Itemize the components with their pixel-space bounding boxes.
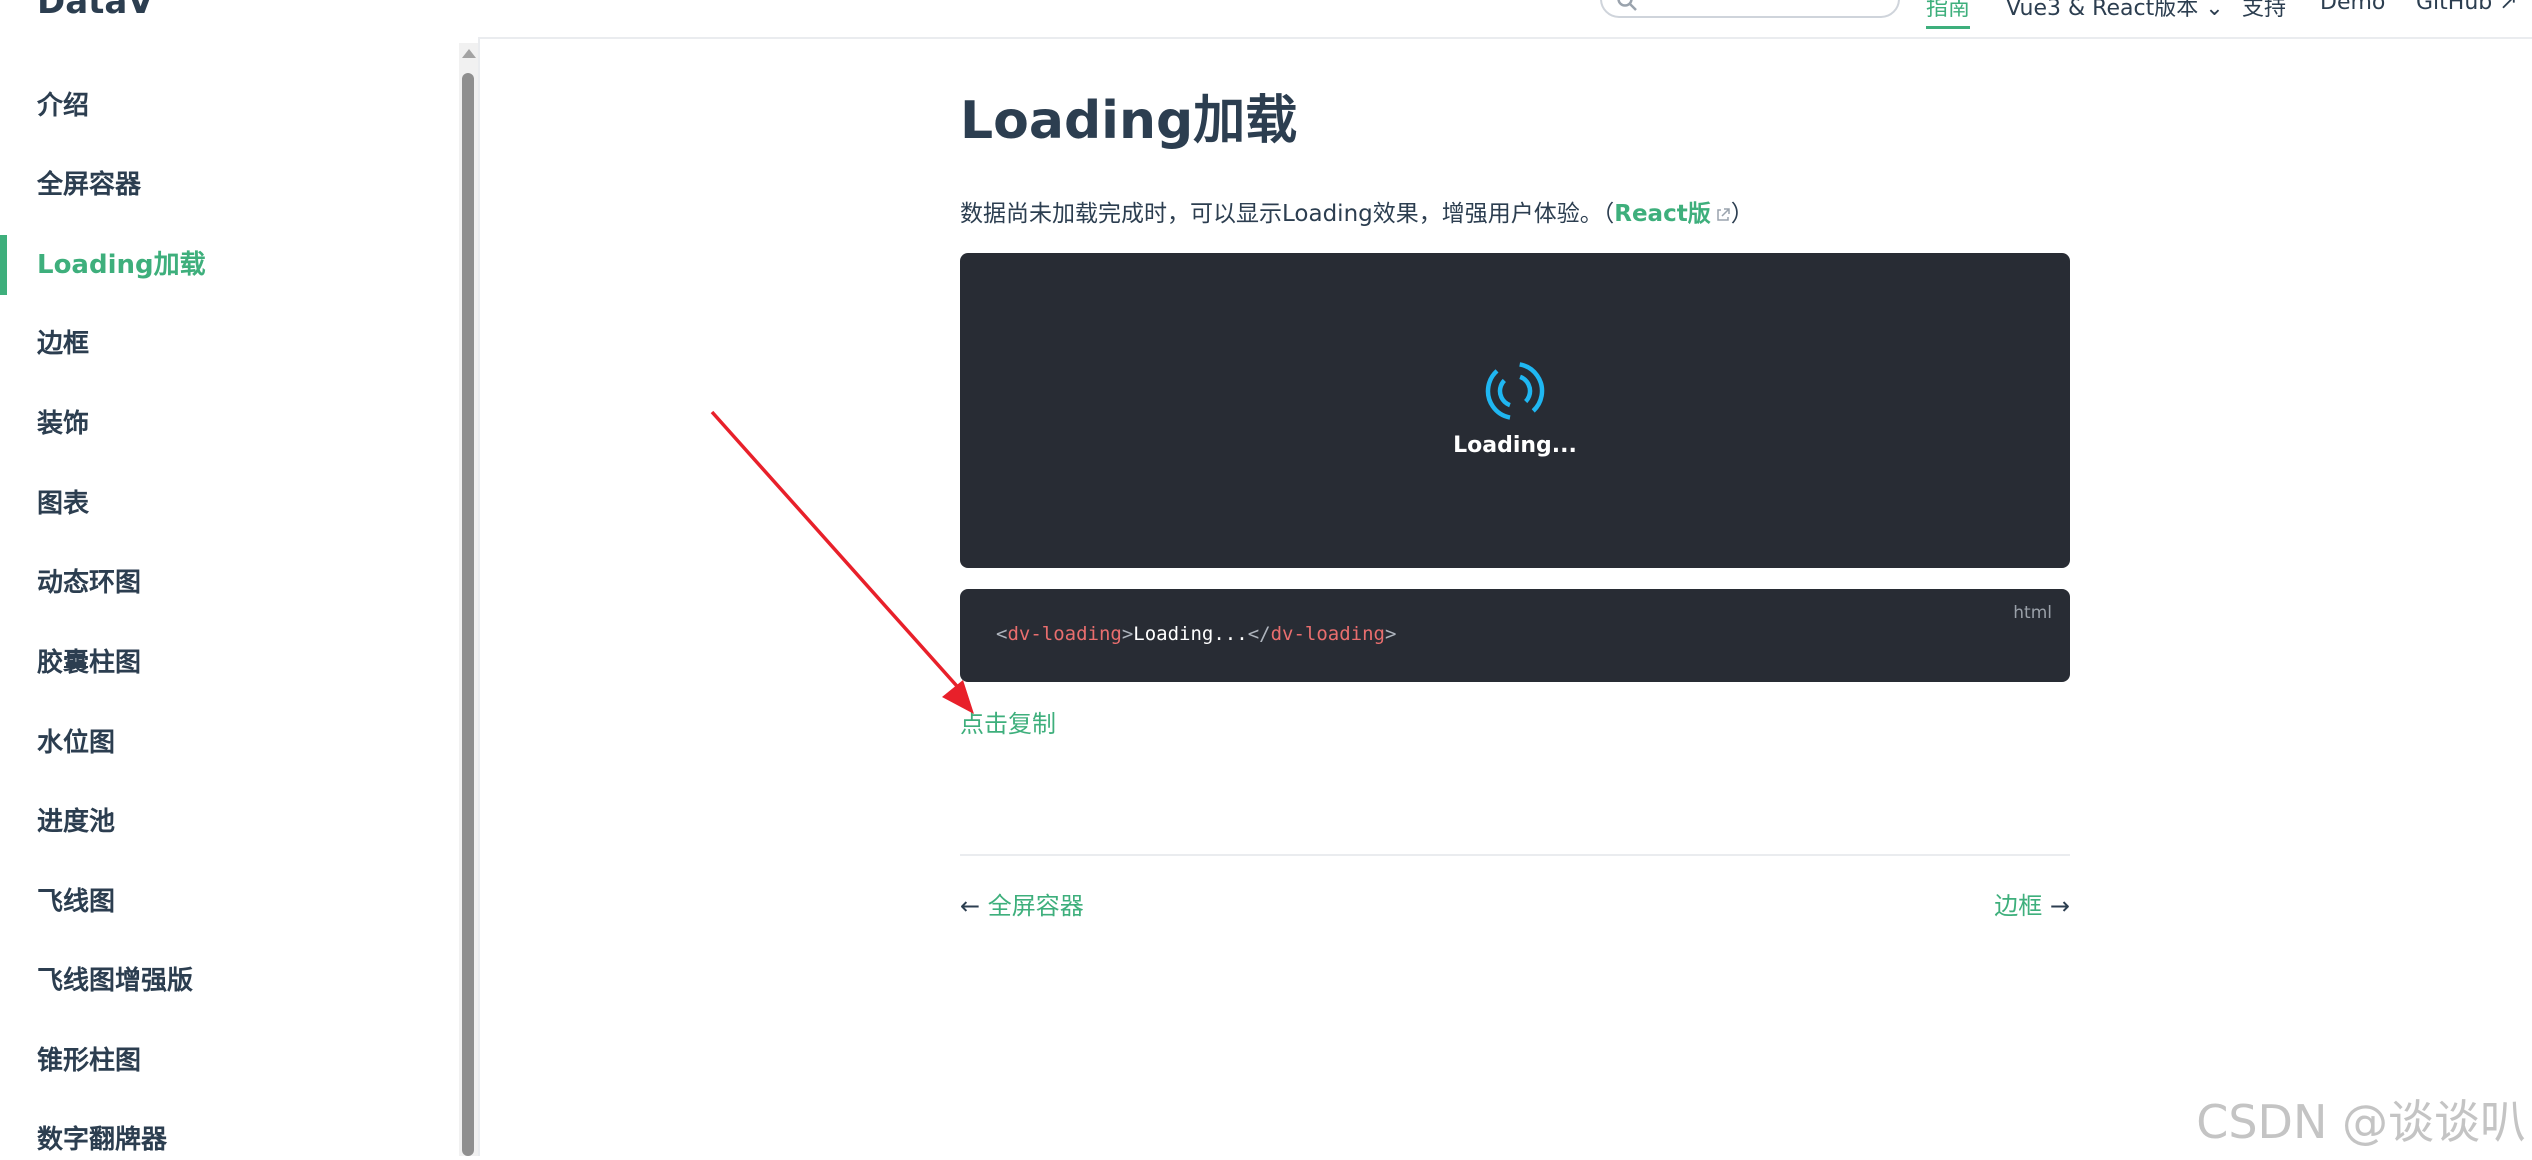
intro-paragraph: 数据尚未加载完成时，可以显示Loading效果，增强用户体验。（React版 ） (960, 194, 1754, 228)
sidebar-item-digital-flop[interactable]: 数字翻牌器 (37, 1120, 167, 1160)
code-open-lt: < (996, 623, 1008, 645)
sidebar-item-loading[interactable]: Loading加载 (37, 245, 206, 285)
loading-spinner-icon (1485, 361, 1545, 421)
loading-text: Loading... (1453, 433, 1577, 458)
sidebar-item-capsule-chart[interactable]: 胶囊柱图 (37, 643, 141, 683)
search-input[interactable] (1650, 0, 1884, 14)
external-link-icon (1716, 208, 1730, 221)
scroll-up-arrow-icon[interactable] (462, 49, 476, 58)
react-version-link[interactable]: React版 (1614, 201, 1730, 227)
sidebar-item-fullscreen-container[interactable]: 全屏容器 (37, 165, 141, 205)
code-line: <dv-loading>Loading...</dv-loading> (996, 623, 1396, 645)
sidebar-item-intro[interactable]: 介绍 (37, 86, 89, 126)
sidebar-item-border[interactable]: 边框 (37, 324, 89, 364)
sidebar-item-conical-column-chart[interactable]: 锥形柱图 (37, 1041, 141, 1081)
copy-code-button[interactable]: 点击复制 (960, 704, 1056, 739)
site-brand[interactable]: DataV (37, 0, 154, 22)
react-version-link-label: React版 (1614, 201, 1711, 227)
sidebar-active-indicator (0, 235, 7, 295)
nav-link-versions-dropdown[interactable]: Vue3 & React版本 ⌄ (2006, 0, 2224, 22)
code-close-gt: > (1384, 623, 1397, 645)
sidebar-scrollbar-thumb[interactable] (462, 73, 474, 1156)
code-close-tag: dv-loading (1270, 623, 1385, 645)
top-navbar: DataV 指南 Vue3 & React版本 ⌄ 支持 Demo GitHub… (0, 0, 2532, 39)
code-close-lt: </ (1247, 623, 1271, 645)
sidebar-item-decoration[interactable]: 装饰 (37, 404, 89, 444)
loading-demo-box: Loading... (960, 253, 2070, 568)
nav-link-github[interactable]: GitHub ↗ (2416, 0, 2518, 15)
sidebar-item-active-ring-chart[interactable]: 动态环图 (37, 563, 141, 603)
next-page-label: 边框 (1994, 892, 2043, 920)
code-content: Loading... (1133, 623, 1248, 645)
page-title: Loading加载 (960, 91, 1298, 151)
content-divider (960, 854, 2070, 856)
arrow-right-icon: → (2049, 892, 2070, 920)
prev-page-label: 全屏容器 (987, 892, 1084, 920)
sidebar-item-flyline-chart-enhanced[interactable]: 飞线图增强版 (37, 961, 193, 1001)
code-open-tag: dv-loading (1007, 623, 1122, 645)
next-page-link[interactable]: 边框 → (1994, 886, 2070, 921)
nav-link-guide[interactable]: 指南 (1926, 0, 1971, 29)
sidebar: 介绍 全屏容器 Loading加载 边框 装饰 图表 动态环图 胶囊柱图 水位图… (0, 37, 480, 1156)
nav-link-demo[interactable]: Demo (2320, 0, 2385, 15)
code-language-label: html (2013, 603, 2052, 623)
arrow-left-icon: ← (960, 892, 981, 920)
sidebar-item-percent-pond[interactable]: 进度池 (37, 802, 115, 842)
sidebar-item-water-level-pond[interactable]: 水位图 (37, 723, 115, 763)
search-icon (1617, 0, 1637, 11)
watermark: CSDN @谈谈叭 (2196, 1095, 2526, 1149)
sidebar-item-flyline-chart[interactable]: 飞线图 (37, 882, 115, 922)
nav-link-support[interactable]: 支持 (2242, 0, 2286, 22)
intro-close: ） (1730, 201, 1754, 227)
prev-page-link[interactable]: ← 全屏容器 (960, 886, 1084, 921)
code-block[interactable]: html <dv-loading>Loading...</dv-loading> (960, 589, 2070, 682)
search-box[interactable] (1600, 0, 1900, 18)
intro-text: 数据尚未加载完成时，可以显示Loading效果，增强用户体验。（ (960, 201, 1615, 227)
code-open-gt: > (1121, 623, 1134, 645)
sidebar-item-charts[interactable]: 图表 (37, 484, 89, 524)
